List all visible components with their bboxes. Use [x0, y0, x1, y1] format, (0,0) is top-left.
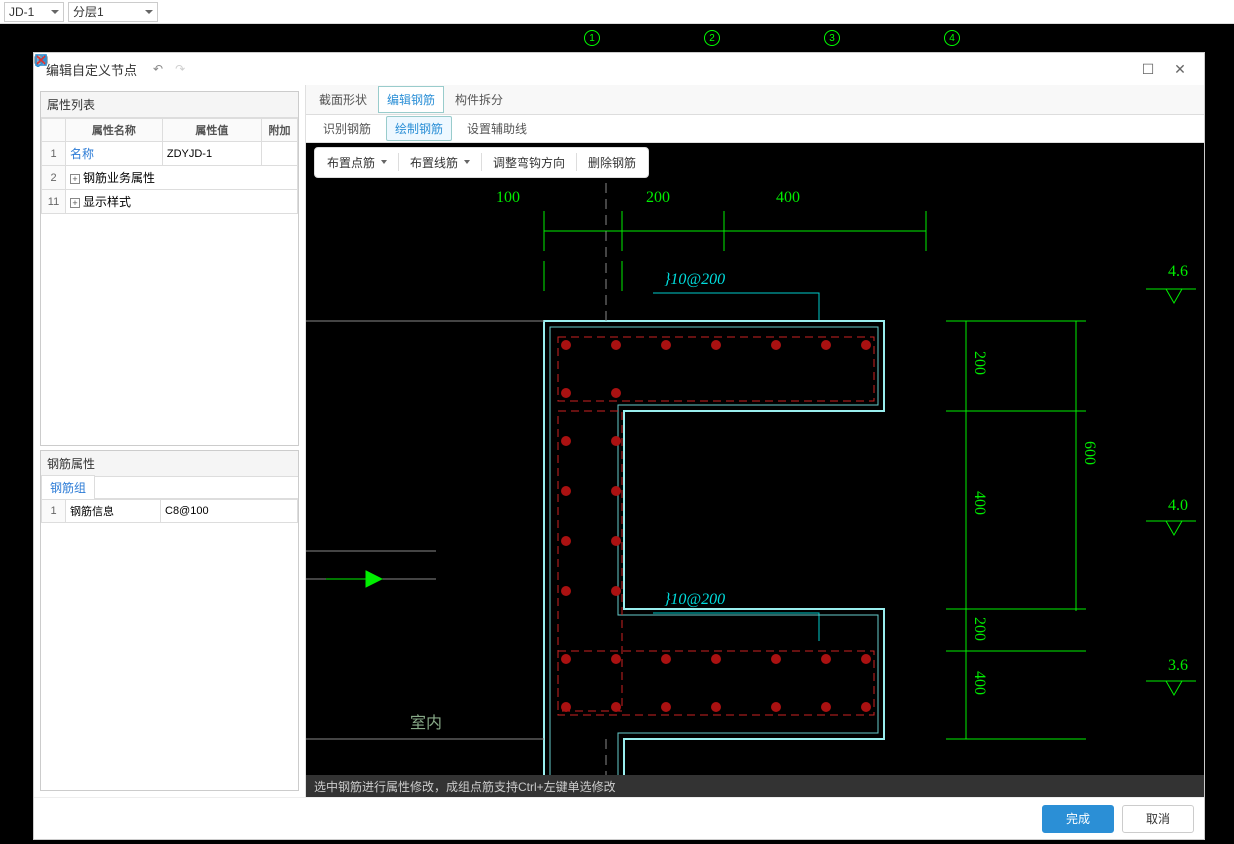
dim-200: 200	[646, 189, 670, 207]
side-dim: 200	[970, 351, 988, 375]
col-name: 属性名称	[66, 119, 163, 142]
expand-icon[interactable]: +	[70, 174, 80, 184]
delete-rebar-button[interactable]: 删除钢筋	[582, 151, 642, 174]
tab-edit-rebar[interactable]: 编辑钢筋	[378, 86, 444, 113]
rebar-label: }10@200	[664, 591, 725, 609]
adjust-hook-direction-button[interactable]: 调整弯钩方向	[487, 151, 571, 174]
status-bar: 选中钢筋进行属性修改，成组点筋支持Ctrl+左键单选修改	[306, 775, 1204, 797]
elev-label: 4.0	[1168, 497, 1188, 515]
maximize-button[interactable]: ☐	[1136, 57, 1160, 81]
tab-section-shape[interactable]: 截面形状	[310, 86, 376, 113]
edit-node-dialog: 编辑自定义节点 ↶ ↷ ☐ ✕ 属性列表 属性名称 属性值 附加	[33, 52, 1205, 840]
redo-icon[interactable]: ↷	[175, 62, 185, 76]
expand-icon[interactable]: +	[70, 198, 80, 208]
subtab-set-guideline[interactable]: 设置辅助线	[458, 116, 536, 141]
mode-tabs: 截面形状 编辑钢筋 构件拆分	[306, 85, 1204, 115]
table-row[interactable]: 1 名称 ZDYJD-1	[42, 142, 298, 166]
axis-bubble: 4	[944, 30, 960, 46]
place-line-rebar-button[interactable]: 布置线筋	[404, 151, 476, 174]
layer-select[interactable]: 分层1	[68, 2, 158, 22]
property-table[interactable]: 属性名称 属性值 附加 1 名称 ZDYJD-1 2 +钢筋业务属性	[41, 118, 298, 214]
dim-400: 400	[776, 189, 800, 207]
ok-button[interactable]: 完成	[1042, 805, 1114, 833]
side-dim: 400	[970, 671, 988, 695]
node-select[interactable]: JD-1	[4, 2, 64, 22]
side-dim: 200	[970, 617, 988, 641]
elev-label: 4.6	[1168, 263, 1188, 281]
dialog-title: 编辑自定义节点	[46, 60, 137, 79]
tool-row: 布置点筋 布置线筋 调整弯钩方向 删除钢筋	[306, 143, 1204, 181]
subtab-recognize-rebar[interactable]: 识别钢筋	[314, 116, 380, 141]
elev-label: 3.6	[1168, 657, 1188, 675]
undo-icon[interactable]: ↶	[153, 62, 163, 76]
status-text: 选中钢筋进行属性修改，成组点筋支持Ctrl+左键单选修改	[314, 778, 616, 795]
rebar-tab-strip: 钢筋组	[41, 477, 298, 499]
left-panel: 属性列表 属性名称 属性值 附加 1 名称 ZDYJD-1	[34, 85, 306, 797]
prop-name-link[interactable]: 名称	[70, 147, 94, 161]
close-button[interactable]: ✕	[1168, 57, 1192, 81]
subtab-draw-rebar[interactable]: 绘制钢筋	[386, 116, 452, 141]
table-row[interactable]: 2 +钢筋业务属性	[42, 166, 298, 190]
axis-bubble: 3	[824, 30, 840, 46]
rebar-panel-header: 钢筋属性	[41, 451, 298, 477]
main-toolbar: JD-1 分层1	[0, 0, 1234, 24]
tab-rebar-group[interactable]: 钢筋组	[41, 475, 95, 499]
axis-bubble: 1	[584, 30, 600, 46]
table-row[interactable]: 1 钢筋信息 C8@100	[42, 500, 298, 523]
col-extra: 附加	[262, 119, 298, 142]
tab-split-component[interactable]: 构件拆分	[446, 86, 512, 113]
sub-tabs: 识别钢筋 绘制钢筋 设置辅助线	[306, 115, 1204, 143]
side-dim: 400	[970, 491, 988, 515]
side-dim: 600	[1080, 441, 1098, 465]
property-panel: 属性列表 属性名称 属性值 附加 1 名称 ZDYJD-1	[40, 91, 299, 446]
property-panel-header: 属性列表	[41, 92, 298, 118]
indoor-label: 室内	[410, 709, 442, 733]
dialog-titlebar[interactable]: 编辑自定义节点 ↶ ↷ ☐ ✕	[34, 53, 1204, 85]
cancel-button[interactable]: 取消	[1122, 805, 1194, 833]
table-row[interactable]: 11 +显示样式	[42, 190, 298, 214]
right-panel: 截面形状 编辑钢筋 构件拆分 识别钢筋 绘制钢筋	[306, 85, 1204, 797]
rebar-label: }10@200	[664, 271, 725, 289]
rebar-table[interactable]: 1 钢筋信息 C8@100	[41, 499, 298, 523]
rebar-panel: 钢筋属性 钢筋组 1 钢筋信息 C8@100	[40, 450, 299, 791]
col-value: 属性值	[162, 119, 261, 142]
dialog-footer: 完成 取消	[34, 797, 1204, 839]
dim-100: 100	[496, 189, 520, 207]
place-point-rebar-button[interactable]: 布置点筋	[321, 151, 393, 174]
axis-bubble: 2	[704, 30, 720, 46]
cad-viewport[interactable]: 100 200 400 }10@200 }10@200 200 400 600 …	[306, 181, 1204, 775]
